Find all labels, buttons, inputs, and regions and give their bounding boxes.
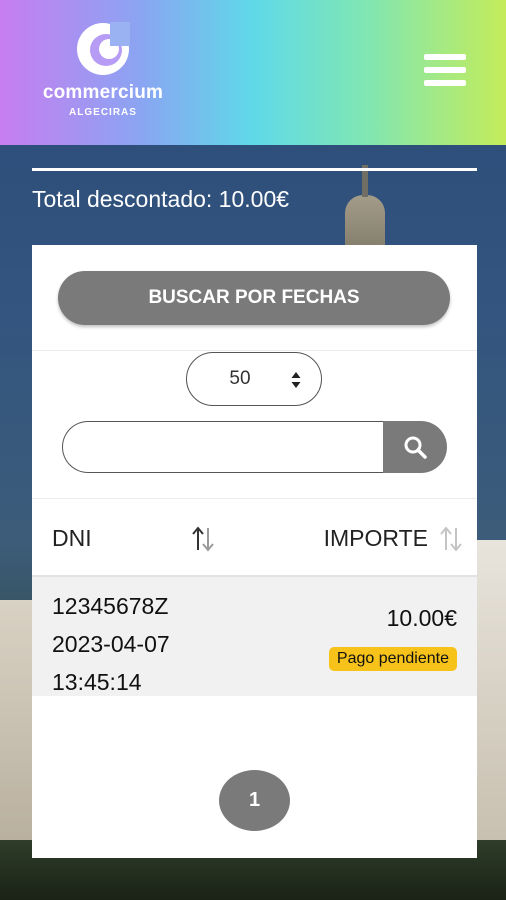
search-input[interactable] (62, 421, 383, 473)
background-building-left (0, 600, 32, 840)
row-dni-cell: 12345678Z 2023-04-07 13:45:14 (52, 587, 170, 701)
row-time: 13:45:14 (52, 669, 142, 695)
search-by-dates-button[interactable]: BUSCAR POR FECHAS (58, 271, 450, 325)
total-discounted: Total descontado: 10.00€ (32, 186, 290, 212)
page-size-value: 50 (229, 368, 251, 389)
search-icon (404, 436, 427, 459)
brand-logo[interactable]: commercium ALGECIRAS (38, 20, 168, 125)
column-header-dni[interactable]: DNI (52, 525, 92, 552)
row-date: 2023-04-07 (52, 631, 170, 657)
sort-icon[interactable] (190, 525, 216, 553)
page-size-select[interactable]: 50 (186, 352, 322, 406)
header-divider (32, 168, 477, 171)
sort-icon[interactable] (438, 525, 464, 553)
column-header-importe[interactable]: IMPORTE (324, 525, 428, 552)
brand-name: commercium (42, 82, 164, 103)
brand-subtitle: ALGECIRAS (69, 107, 137, 118)
status-badge: Pago pendiente (328, 647, 457, 671)
background-building-right (476, 540, 506, 840)
row-amount: 10.00€ (386, 605, 457, 631)
row-dni: 12345678Z (52, 593, 169, 619)
divider (32, 350, 477, 351)
hamburger-icon[interactable] (424, 54, 466, 90)
divider (32, 498, 477, 499)
pagination-page-button[interactable]: 1 (219, 770, 290, 831)
select-arrows-icon (291, 372, 301, 388)
table-row[interactable]: 12345678Z 2023-04-07 13:45:14 10.00€ Pag… (32, 577, 477, 696)
logo-mark-icon (77, 22, 130, 75)
transactions-card: BUSCAR POR FECHAS 50 DNI IMPORTE 1234567… (32, 245, 477, 858)
app-header: commercium ALGECIRAS (0, 0, 506, 145)
search-button[interactable] (383, 421, 447, 473)
